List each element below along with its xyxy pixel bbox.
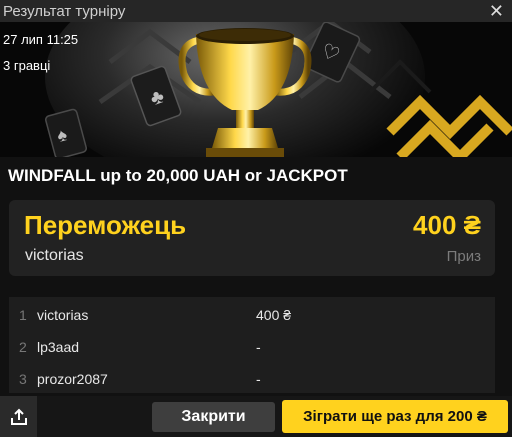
player-prize: 400 ₴ (256, 307, 292, 323)
title-bar: Результат турніру ✕ (0, 0, 512, 22)
table-row: 1 victorias 400 ₴ (9, 299, 495, 329)
player-name: victorias (37, 307, 89, 323)
tournament-date: 27 лип 11:25 (3, 32, 79, 47)
rank: 1 (19, 307, 27, 323)
player-name: prozor2087 (37, 371, 108, 387)
play-again-button[interactable]: Зіграти ще раз для 200 ₴ (282, 400, 508, 433)
close-button[interactable]: Закрити (152, 402, 275, 432)
results-table: 1 victorias 400 ₴ 2 lp3aad - 3 prozor208… (9, 297, 495, 393)
table-row: 2 lp3aad - (9, 331, 495, 361)
player-name: lp3aad (37, 339, 80, 355)
table-row: 3 prozor2087 - (9, 363, 495, 393)
share-button[interactable] (0, 396, 37, 437)
winner-prize-amount: 400 ₴ (413, 210, 481, 240)
players-count: 3 гравці (3, 58, 51, 73)
player-prize: - (256, 371, 261, 387)
window-title: Результат турніру (3, 2, 126, 20)
player-prize: - (256, 339, 261, 355)
tournament-name: WINDFALL up to 20,000 UAH or JACKPOT (8, 166, 348, 185)
winner-label: Переможець (24, 210, 187, 240)
tournament-banner: ♣ ♠ ♡ 27 лип 11:25 3 гравці (0, 22, 512, 157)
close-icon[interactable]: ✕ (489, 1, 504, 21)
rank: 3 (19, 371, 27, 387)
winner-name: victorias (25, 247, 84, 264)
winner-card: Переможець victorias 400 ₴ Приз (9, 200, 495, 276)
rank: 2 (19, 339, 27, 355)
prize-label: Приз (446, 248, 481, 265)
footer-bar: Закрити Зіграти ще раз для 200 ₴ (0, 396, 512, 437)
share-icon (10, 408, 27, 425)
